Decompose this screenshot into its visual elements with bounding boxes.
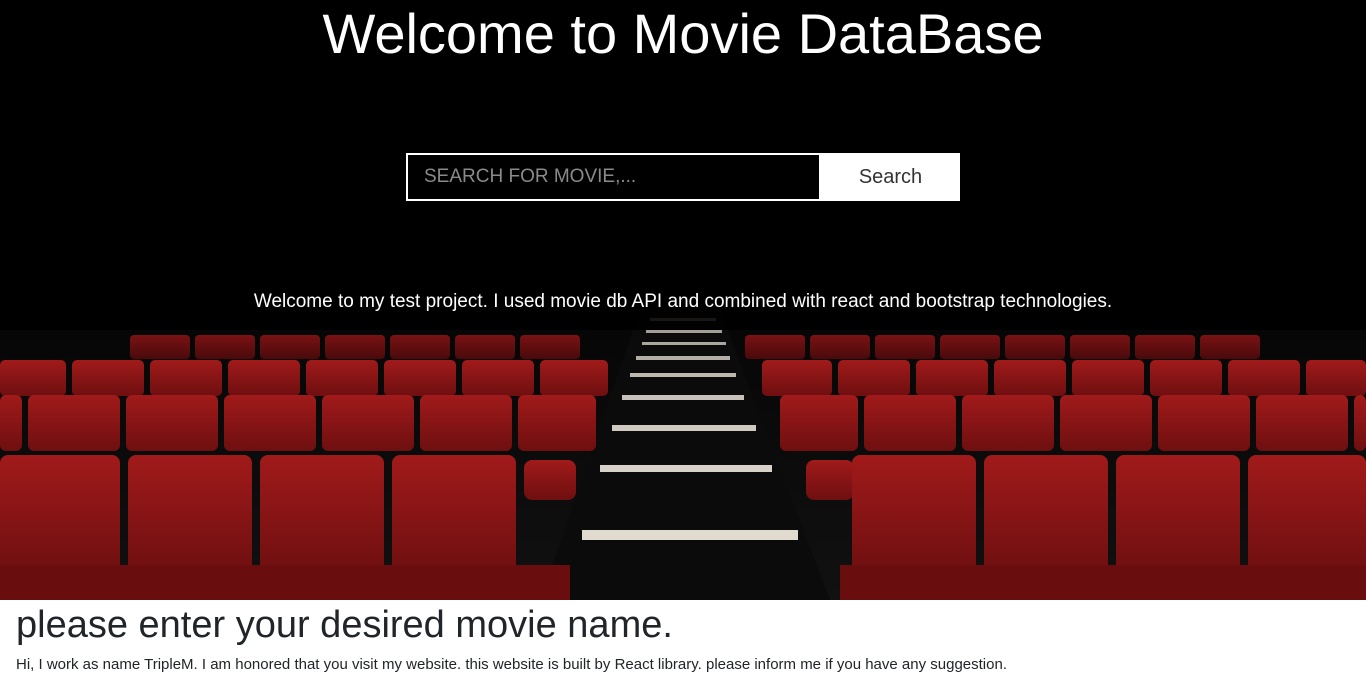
- search-input[interactable]: [406, 153, 821, 201]
- hero-section: Welcome to Movie DataBase Search Welcome…: [0, 0, 1366, 600]
- search-form: Search: [406, 153, 960, 201]
- search-button[interactable]: Search: [821, 153, 960, 201]
- main-content: please enter your desired movie name. Hi…: [16, 600, 1346, 676]
- content-heading: please enter your desired movie name.: [16, 604, 673, 646]
- content-text: Hi, I work as name TripleM. I am honored…: [16, 656, 1007, 673]
- page-title: Welcome to Movie DataBase: [322, 2, 1044, 65]
- hero-subtitle: Welcome to my test project. I used movie…: [253, 291, 1113, 312]
